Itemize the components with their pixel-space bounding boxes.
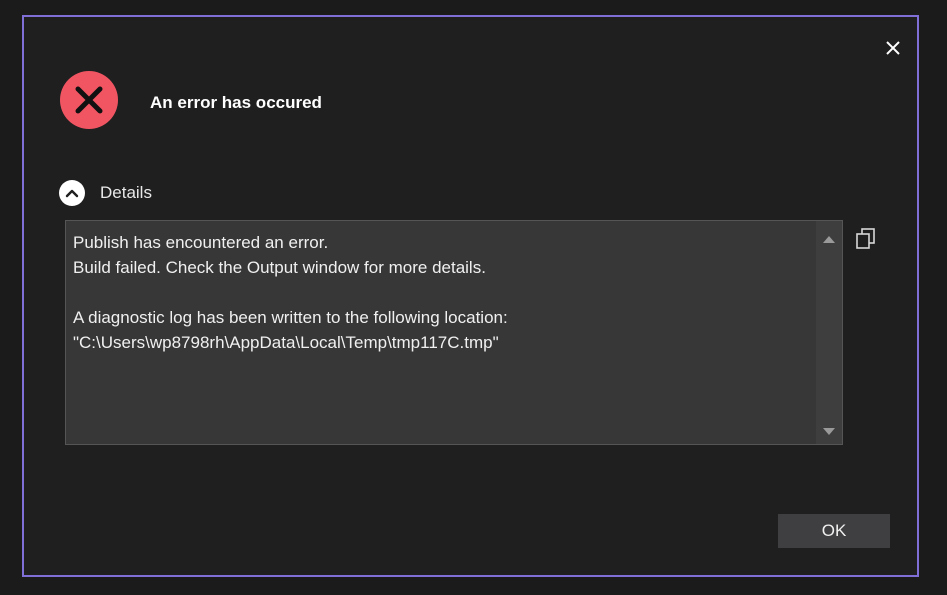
close-button[interactable] bbox=[882, 37, 904, 59]
scroll-down-arrow-icon[interactable] bbox=[822, 424, 836, 435]
chevron-up-icon bbox=[59, 180, 85, 206]
error-dialog: An error has occured Details Publish has… bbox=[22, 15, 919, 577]
details-text: Publish has encountered an error. Build … bbox=[73, 230, 803, 355]
details-toggle[interactable]: Details bbox=[59, 179, 152, 207]
details-line: "C:\Users\wp8798rh\AppData\Local\Temp\tm… bbox=[73, 333, 499, 352]
dialog-title: An error has occured bbox=[150, 93, 322, 112]
details-line: A diagnostic log has been written to the… bbox=[73, 308, 508, 327]
details-textbox[interactable]: Publish has encountered an error. Build … bbox=[65, 220, 843, 445]
copy-icon bbox=[856, 228, 875, 249]
details-line: Build failed. Check the Output window fo… bbox=[73, 258, 486, 277]
ok-button[interactable]: OK bbox=[778, 514, 890, 548]
copy-button[interactable] bbox=[853, 226, 879, 252]
vertical-scrollbar[interactable] bbox=[816, 221, 842, 444]
details-label: Details bbox=[100, 183, 152, 202]
scroll-up-arrow-icon[interactable] bbox=[822, 231, 836, 243]
details-line: Publish has encountered an error. bbox=[73, 233, 329, 252]
error-x-icon bbox=[59, 70, 119, 130]
close-icon bbox=[886, 41, 900, 55]
